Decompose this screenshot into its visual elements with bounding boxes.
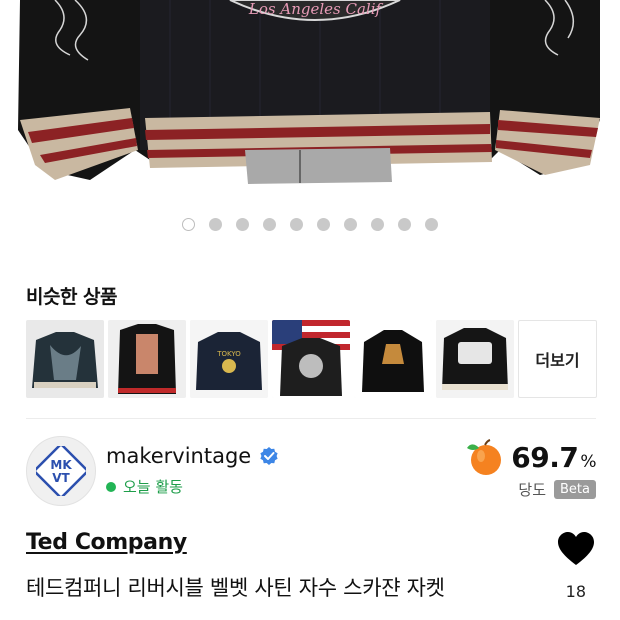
avatar-text-top: MK [50,458,72,472]
see-more-button[interactable]: 더보기 [518,320,597,398]
similar-item-5[interactable] [354,320,432,398]
similar-item-1[interactable] [26,320,104,398]
similar-products-title: 비슷한 상품 [26,286,118,308]
carousel-dot[interactable] [317,218,330,231]
sweetness-label: 당도 [518,481,547,499]
sweetness-score[interactable]: 69.7% [465,438,596,476]
verified-badge-icon [260,447,278,465]
peach-icon [467,439,502,475]
carousel-dot[interactable] [209,218,222,231]
carousel-dot[interactable] [182,218,195,231]
section-divider [26,418,596,419]
sweetness-value-row: 69.7% [511,441,596,474]
similar-item-2[interactable] [108,320,186,398]
avatar-text-bottom: VT [52,471,70,485]
carousel-dot[interactable] [344,218,357,231]
sweetness-value: 69.7 [511,440,579,474]
heart-icon[interactable] [556,530,596,570]
brand-link[interactable]: Ted Company [26,530,187,555]
carousel-dot[interactable] [398,218,411,231]
carousel-dot[interactable] [236,218,249,231]
seller-status: 오늘 활동 [106,476,183,497]
svg-text:TOKYO: TOKYO [216,350,241,358]
seller-name[interactable]: makervintage [106,444,251,468]
sweetness-label-row: 당도 Beta [518,479,596,500]
similar-products-list: TOKYO 더보기 [26,320,597,398]
similar-item-3[interactable]: TOKYO [190,320,268,398]
carousel-indicator [0,218,620,231]
product-title: 테드컴퍼니 리버시블 벨벳 사틴 자수 스카쟌 자켓 [26,576,445,600]
seller-status-text: 오늘 활동 [123,478,183,496]
carousel-dot[interactable] [371,218,384,231]
similar-item-4[interactable] [272,320,350,398]
carousel-dot[interactable] [263,218,276,231]
online-dot-icon [106,481,116,492]
sweetness-unit: % [580,451,596,472]
product-image[interactable]: Los Angeles Calif [0,0,620,200]
similar-item-6[interactable] [436,320,514,398]
carousel-dot[interactable] [425,218,438,231]
like-count: 18 [565,582,586,601]
patch-text: Los Angeles Calif [248,0,384,18]
beta-badge: Beta [554,480,596,499]
seller-avatar[interactable]: MK VT [26,436,96,506]
seller-name-row[interactable]: makervintage [106,444,279,468]
carousel-dot[interactable] [290,218,303,231]
